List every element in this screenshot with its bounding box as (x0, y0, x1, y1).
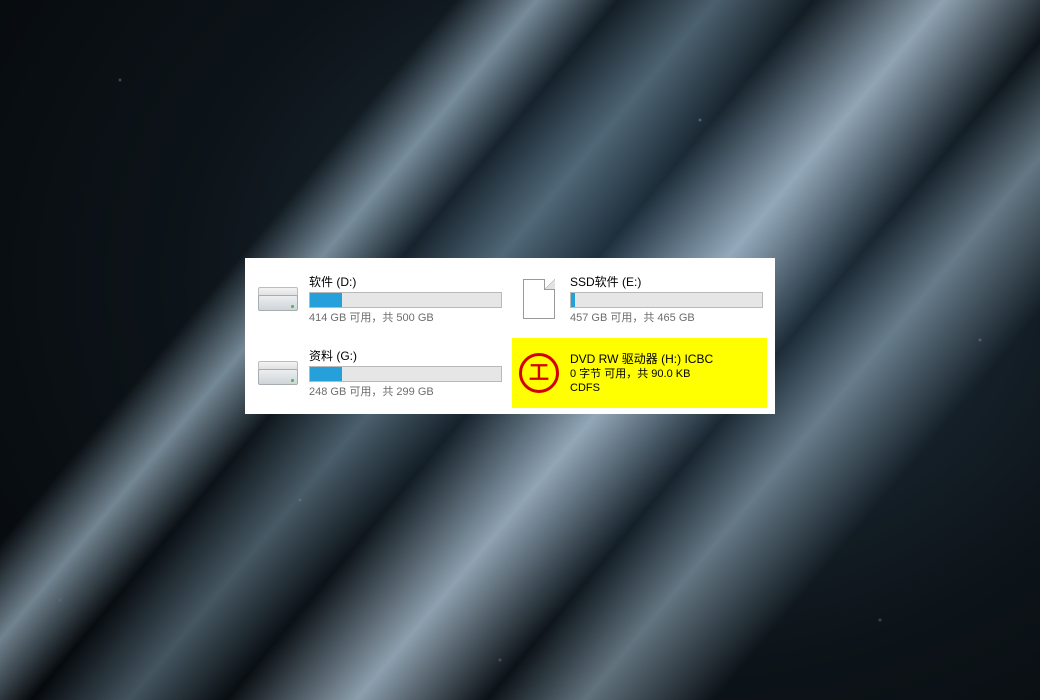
drive-filesystem: CDFS (570, 381, 763, 395)
drive-item-g[interactable]: 资料 (G:) 248 GB 可用，共 299 GB (251, 338, 506, 408)
drives-panel: 软件 (D:) 414 GB 可用，共 500 GB SSD软件 (E:) 45… (245, 258, 775, 414)
drive-stat: 248 GB 可用，共 299 GB (309, 385, 502, 399)
drive-item-d[interactable]: 软件 (D:) 414 GB 可用，共 500 GB (251, 264, 506, 334)
capacity-fill (310, 293, 342, 307)
drive-stat: 0 字节 可用，共 90.0 KB (570, 367, 763, 381)
drive-item-e[interactable]: SSD软件 (E:) 457 GB 可用，共 465 GB (512, 264, 767, 334)
capacity-bar (309, 366, 502, 382)
drive-name: SSD软件 (E:) (570, 274, 763, 290)
drive-stat: 457 GB 可用，共 465 GB (570, 311, 763, 325)
icbc-glyph: 工 (529, 363, 549, 383)
capacity-fill (310, 367, 342, 381)
drive-stat: 414 GB 可用，共 500 GB (309, 311, 502, 325)
drive-name: DVD RW 驱动器 (H:) ICBC (570, 351, 763, 367)
drive-info: 软件 (D:) 414 GB 可用，共 500 GB (309, 274, 502, 325)
capacity-bar (309, 292, 502, 308)
desktop-wallpaper: 软件 (D:) 414 GB 可用，共 500 GB SSD软件 (E:) 45… (0, 0, 1040, 700)
drive-info: 资料 (G:) 248 GB 可用，共 299 GB (309, 348, 502, 399)
drive-info: SSD软件 (E:) 457 GB 可用，共 465 GB (570, 274, 763, 325)
hard-disk-icon (255, 350, 301, 396)
capacity-bar (570, 292, 763, 308)
hard-disk-icon (255, 276, 301, 322)
drive-info: DVD RW 驱动器 (H:) ICBC 0 字节 可用，共 90.0 KB C… (570, 351, 763, 395)
drive-name: 软件 (D:) (309, 274, 502, 290)
drive-name: 资料 (G:) (309, 348, 502, 364)
file-icon (516, 276, 562, 322)
drive-item-h[interactable]: 工 DVD RW 驱动器 (H:) ICBC 0 字节 可用，共 90.0 KB… (512, 338, 767, 408)
icbc-icon: 工 (516, 350, 562, 396)
capacity-fill (571, 293, 575, 307)
